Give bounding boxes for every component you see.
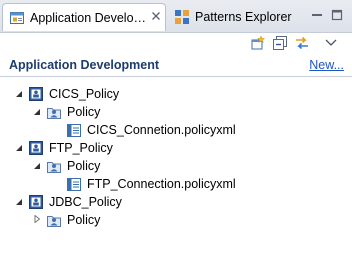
expanded-twisty-icon[interactable]	[15, 90, 23, 98]
tree-item-label: JDBC_Policy	[49, 195, 122, 209]
section-title: Application Development	[9, 58, 160, 72]
policy-project-icon	[29, 87, 43, 101]
tree-item[interactable]: CICS_Policy	[28, 85, 119, 103]
collapse-all-icon[interactable]	[272, 35, 288, 51]
new-link[interactable]: New...	[309, 58, 344, 72]
policy-project-icon	[29, 195, 43, 209]
tree-item-label: Policy	[67, 213, 101, 227]
maximize-icon[interactable]	[331, 9, 343, 21]
expanded-twisty-icon[interactable]	[15, 144, 23, 152]
tree-item-label: Policy	[67, 159, 101, 173]
tree-item[interactable]: Policy	[46, 103, 100, 121]
expanded-twisty-icon[interactable]	[33, 162, 41, 170]
policy-folder-icon	[47, 216, 61, 227]
tree-item-label: FTP_Policy	[49, 141, 113, 155]
collapsed-twisty-icon[interactable]	[33, 215, 41, 223]
tree-item[interactable]: Policy	[46, 157, 100, 175]
tree-item[interactable]: FTP_Policy	[28, 139, 113, 157]
policy-folder-icon	[47, 108, 61, 119]
tree-item[interactable]: JDBC_Policy	[28, 193, 122, 211]
policy-project-icon	[29, 141, 43, 155]
view-menu-chevron-icon[interactable]	[323, 35, 339, 51]
patterns-explorer-icon	[175, 10, 189, 24]
tab-patterns-explorer[interactable]: Patterns Explorer	[170, 3, 304, 31]
tree-item[interactable]: FTP_Connection.policyxml	[66, 175, 236, 193]
expanded-twisty-icon[interactable]	[15, 198, 23, 206]
policy-file-icon	[67, 178, 81, 191]
view-tab-bar: Application Develo… Patterns Explorer	[0, 0, 352, 33]
add-resource-icon[interactable]	[250, 35, 266, 51]
tree-item-label: CICS_Connetion.policyxml	[87, 123, 236, 137]
close-icon[interactable]	[149, 9, 163, 23]
tab-label: Application Develo…	[30, 10, 147, 25]
tree-item-label: CICS_Policy	[49, 87, 120, 101]
tree-item-label: FTP_Connection.policyxml	[87, 177, 236, 191]
tree-item[interactable]: Policy	[46, 211, 100, 229]
policy-file-icon	[67, 124, 81, 137]
tree-item[interactable]: CICS_Connetion.policyxml	[66, 121, 236, 139]
minimize-icon[interactable]	[311, 9, 323, 21]
tab-label: Patterns Explorer	[195, 10, 292, 24]
sync-link-icon[interactable]	[294, 35, 310, 51]
tab-application-development[interactable]: Application Develo…	[2, 3, 166, 31]
policy-folder-icon	[47, 162, 61, 173]
app-dev-view-icon	[10, 11, 24, 24]
tree-item-label: Policy	[67, 105, 101, 119]
section-header: Application Development New...	[0, 56, 352, 77]
expanded-twisty-icon[interactable]	[33, 108, 41, 116]
